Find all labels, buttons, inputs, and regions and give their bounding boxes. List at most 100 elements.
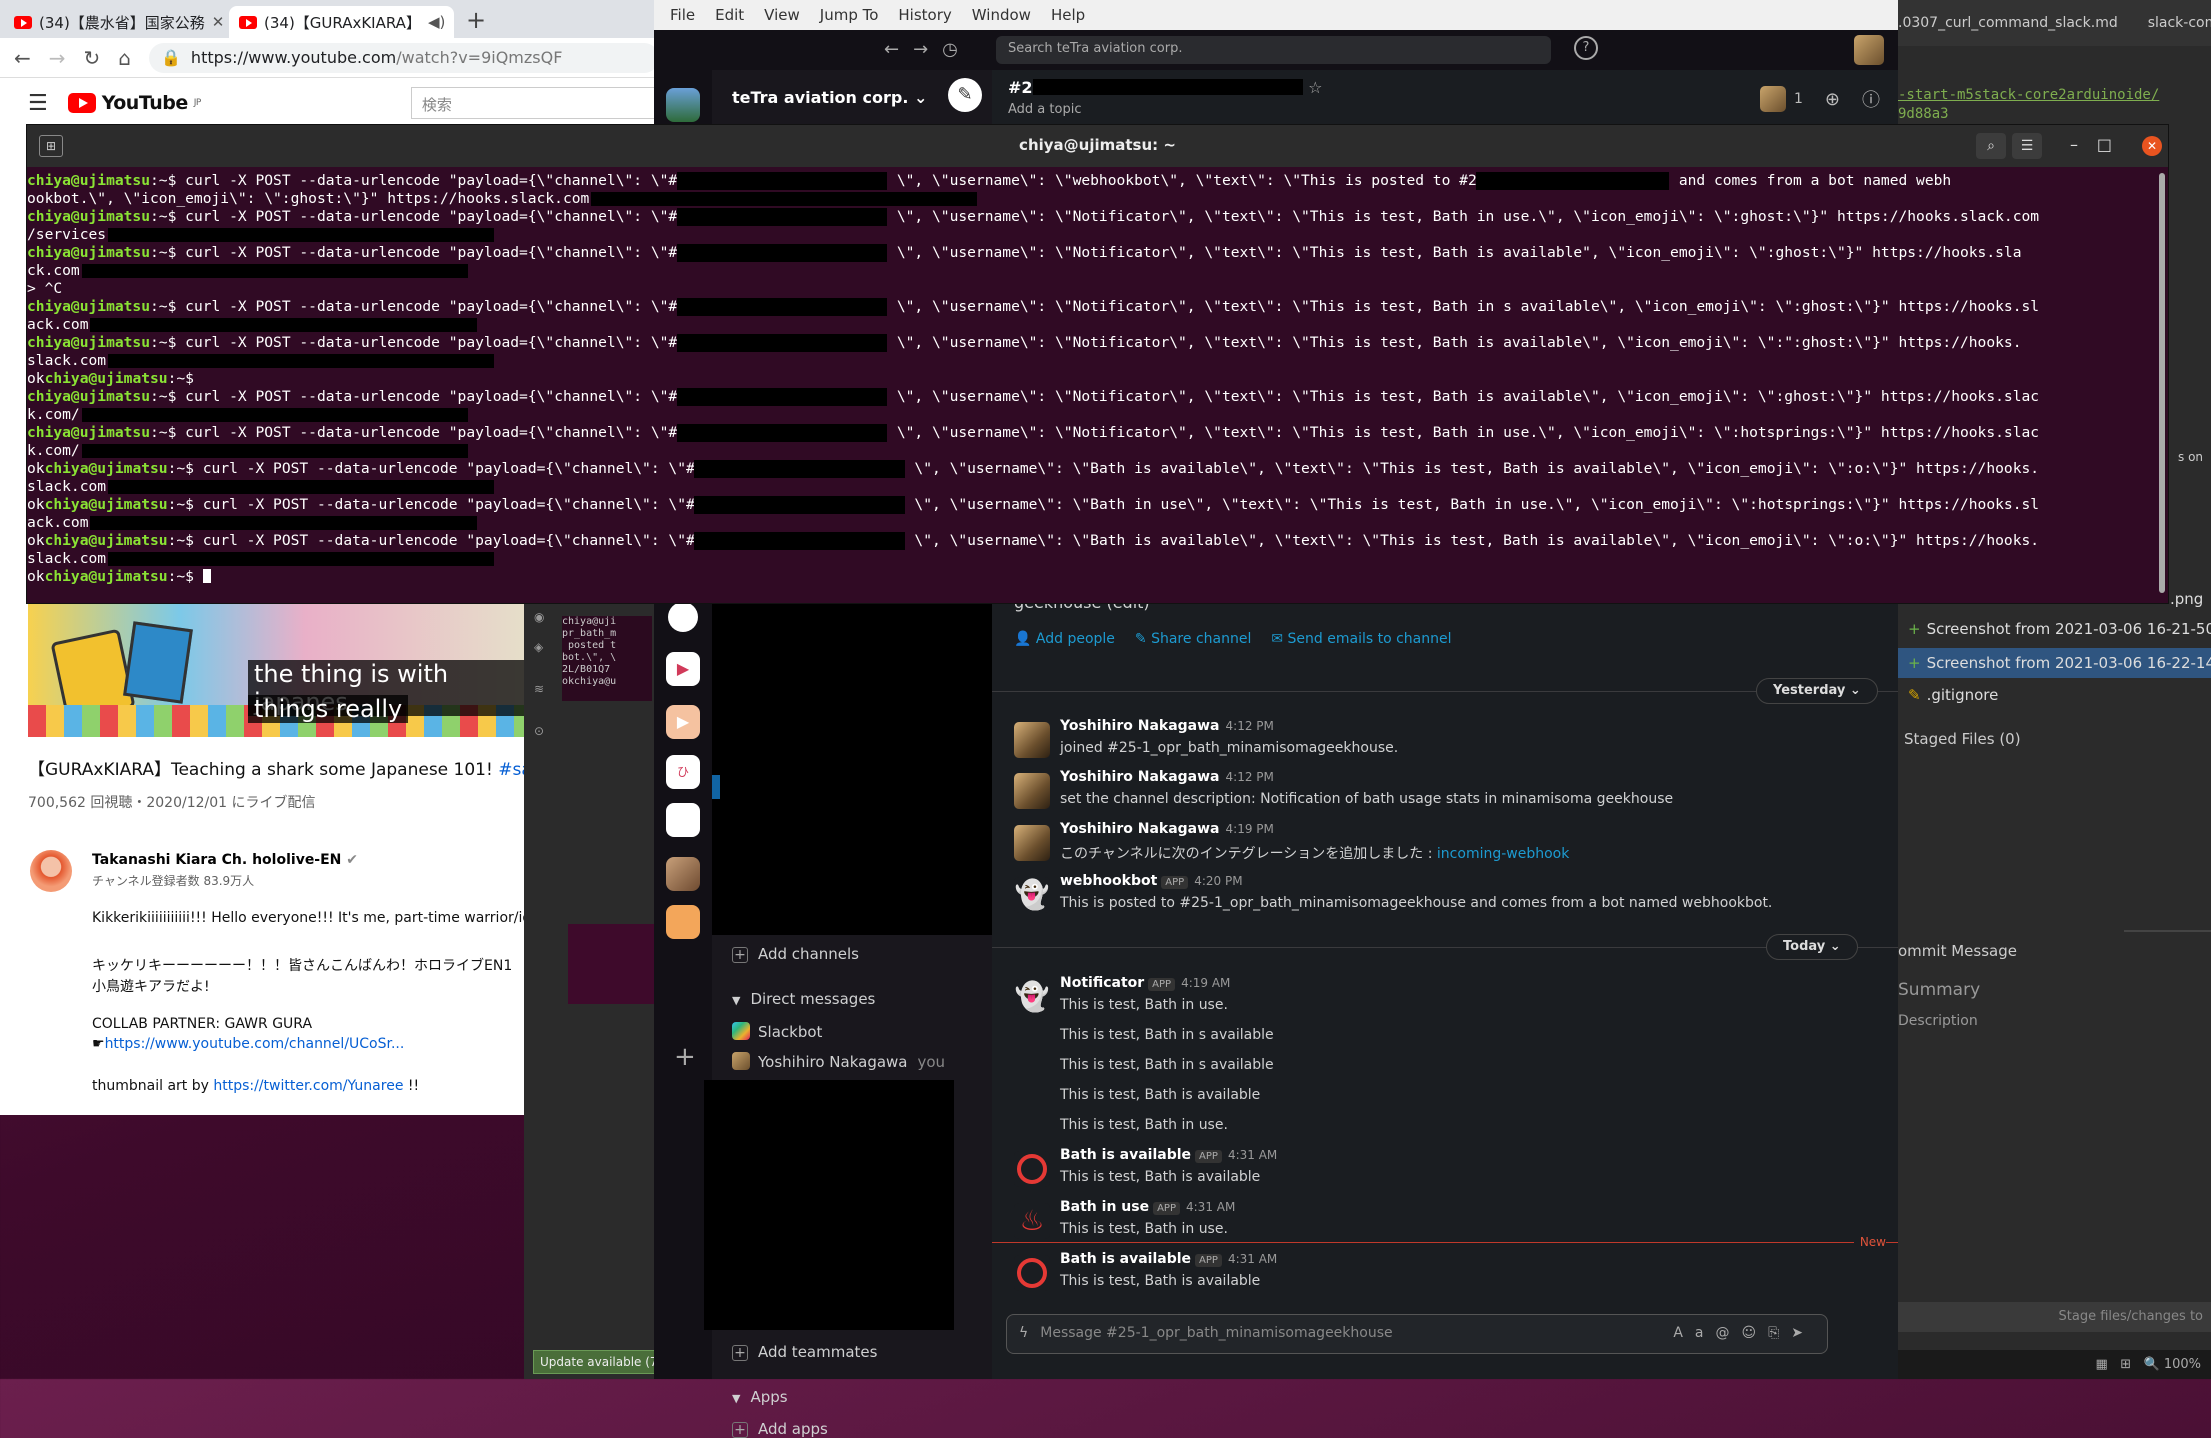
- update-available-badge[interactable]: Update available (7.: [533, 1350, 669, 1374]
- author-name[interactable]: Yoshihiro Nakagawa: [1060, 821, 1220, 837]
- credit-link[interactable]: https://twitter.com/Yunaree: [213, 1078, 403, 1094]
- ghost-icon[interactable]: 👻: [1014, 877, 1050, 913]
- terminal-scrollbar[interactable]: [2159, 173, 2165, 593]
- message-time[interactable]: 4:31 AM: [1228, 1148, 1277, 1162]
- description-input[interactable]: Description: [1898, 1013, 1978, 1029]
- channel-avatar[interactable]: [30, 850, 72, 892]
- send-emails-button[interactable]: ✉ Send emails to channel: [1271, 631, 1451, 647]
- workspace-icon[interactable]: ひ: [666, 755, 700, 789]
- forward-icon[interactable]: →: [49, 46, 66, 70]
- dm-slackbot[interactable]: Slackbot: [732, 1022, 822, 1041]
- workspace-icon-tetra[interactable]: [666, 88, 700, 122]
- file-row-selected[interactable]: + Screenshot from 2021-03-06 16-22-14.png: [1898, 648, 2211, 678]
- member-avatar[interactable]: [1759, 86, 1786, 112]
- add-people-button[interactable]: 👤 Add people: [1014, 631, 1115, 647]
- add-member-icon[interactable]: ⊕: [1825, 89, 1840, 110]
- message-time[interactable]: 4:19 PM: [1226, 822, 1274, 836]
- file-row[interactable]: ✎ .gitignore: [1908, 686, 1998, 704]
- hamburger-menu-icon[interactable]: ☰: [2012, 133, 2042, 159]
- message-time[interactable]: 4:19 AM: [1181, 976, 1230, 990]
- menu-view[interactable]: View: [754, 6, 810, 24]
- menu-window[interactable]: Window: [962, 6, 1041, 24]
- close-icon[interactable]: ✕: [212, 13, 225, 31]
- summary-input[interactable]: Summary: [1898, 980, 1980, 1000]
- today-pill[interactable]: Today ⌄: [1766, 934, 1858, 960]
- file-row[interactable]: + Screenshot from 2021-03-06 16-21-50.png: [1908, 620, 2211, 638]
- collab-link[interactable]: https://www.youtube.com/channel/UCoSr...: [105, 1036, 405, 1052]
- message-composer[interactable]: ϟ Message #25-1_opr_bath_minamisomageekho…: [1006, 1314, 1828, 1354]
- workspace-name[interactable]: teTra aviation corp. ⌄: [732, 88, 927, 107]
- info-icon[interactable]: ⓘ: [1862, 86, 1880, 112]
- history-nav-icons[interactable]: ←→◷: [884, 39, 972, 60]
- zoom-level[interactable]: 100%: [2164, 1357, 2201, 1372]
- apps-header[interactable]: ▼ Apps: [732, 1388, 788, 1406]
- add-apps-button[interactable]: + Add apps: [732, 1420, 828, 1438]
- dm-self[interactable]: Yoshihiro Nakagawa you: [732, 1052, 945, 1071]
- message-time[interactable]: 4:12 PM: [1226, 719, 1274, 733]
- message-time[interactable]: 4:31 AM: [1228, 1252, 1277, 1266]
- integration-link[interactable]: incoming-webhook: [1437, 846, 1569, 862]
- layers-icon[interactable]: ≋: [534, 682, 544, 696]
- star-icon[interactable]: ☆: [1308, 78, 1322, 97]
- author-name[interactable]: Bath in use: [1060, 1199, 1149, 1215]
- reload-icon[interactable]: ↻: [84, 46, 101, 70]
- message-time[interactable]: 4:20 PM: [1194, 874, 1242, 888]
- layout-icon[interactable]: ⊞: [2120, 1357, 2131, 1372]
- message-time[interactable]: 4:31 AM: [1186, 1200, 1235, 1214]
- add-workspace-button[interactable]: +: [674, 1042, 696, 1072]
- terminal-window[interactable]: ⊞ chiya@ujimatsu: ~ ⌕ ☰ – □ ✕ chiya@ujim…: [26, 124, 2169, 604]
- hotsprings-icon[interactable]: ♨: [1014, 1203, 1050, 1239]
- member-count[interactable]: 1: [1794, 91, 1803, 107]
- author-name[interactable]: Bath is available: [1060, 1251, 1191, 1267]
- workspace-icon[interactable]: [668, 602, 698, 632]
- terminal-output[interactable]: chiya@ujimatsu:~$ curl -X POST --data-ur…: [27, 167, 2168, 586]
- author-name[interactable]: Yoshihiro Nakagawa: [1060, 769, 1220, 785]
- maximize-icon[interactable]: □: [2097, 135, 2112, 154]
- red-circle-icon[interactable]: [1014, 1151, 1050, 1187]
- github-icon[interactable]: ◉: [534, 610, 544, 624]
- editor-tab[interactable]: slack-com-1.p: [2148, 15, 2211, 31]
- workspace-icon[interactable]: [666, 803, 700, 837]
- author-name[interactable]: Notificator: [1060, 975, 1144, 991]
- channel-name[interactable]: Takanashi Kiara Ch. hololive-EN ✔: [92, 852, 358, 868]
- author-name[interactable]: Yoshihiro Nakagawa: [1060, 718, 1220, 734]
- youtube-search-input[interactable]: 検索: [410, 87, 659, 119]
- author-name[interactable]: Bath is available: [1060, 1147, 1191, 1163]
- user-avatar[interactable]: [1014, 722, 1050, 758]
- menu-help[interactable]: Help: [1041, 6, 1095, 24]
- direct-messages-header[interactable]: ▼ Direct messages: [732, 990, 875, 1008]
- workspace-icon[interactable]: ▶: [666, 652, 700, 686]
- back-icon[interactable]: ←: [14, 46, 31, 70]
- editor-tab[interactable]: .0307_curl_command_slack.md: [1898, 15, 2118, 31]
- workspace-icon[interactable]: [666, 905, 700, 939]
- browser-tab-1[interactable]: (34)【農水省】国家公務 ✕: [4, 6, 229, 38]
- home-icon[interactable]: ⌂: [118, 46, 131, 70]
- add-channels-button[interactable]: + Add channels: [732, 945, 859, 963]
- menu-edit[interactable]: Edit: [705, 6, 754, 24]
- slack-search-input[interactable]: Search teTra aviation corp.: [996, 36, 1551, 64]
- play-icon[interactable]: ⊙: [534, 724, 544, 738]
- help-icon[interactable]: ?: [1574, 36, 1598, 60]
- new-tab-button[interactable]: +: [454, 6, 498, 38]
- user-avatar[interactable]: [1014, 773, 1050, 809]
- search-icon[interactable]: ⌕: [1976, 133, 2006, 159]
- close-icon[interactable]: ✕: [2142, 136, 2162, 156]
- channel-topic[interactable]: Add a topic: [1008, 102, 1081, 117]
- channel-title[interactable]: #2 ☆: [1008, 78, 1322, 97]
- red-circle-icon[interactable]: [1014, 1255, 1050, 1291]
- compose-icon[interactable]: ✎: [948, 78, 982, 112]
- speaker-icon[interactable]: ◀): [428, 13, 445, 31]
- menu-history[interactable]: History: [888, 6, 961, 24]
- workspace-icon[interactable]: ▶: [666, 705, 700, 739]
- ghost-icon[interactable]: 👻: [1014, 979, 1050, 1015]
- shortcuts-icon[interactable]: ϟ: [1019, 1325, 1028, 1341]
- author-name[interactable]: webhookbot: [1060, 873, 1157, 889]
- menu-icon[interactable]: ☰: [28, 91, 48, 116]
- add-teammates-button[interactable]: + Add teammates: [732, 1343, 877, 1361]
- user-avatar[interactable]: [1854, 35, 1884, 65]
- share-channel-button[interactable]: ✎ Share channel: [1135, 631, 1251, 647]
- minimize-icon[interactable]: –: [2070, 135, 2078, 154]
- message-time[interactable]: 4:12 PM: [1226, 770, 1274, 784]
- url-input[interactable]: 🔒 https://www.youtube.com /watch?v=9iQmz…: [149, 42, 659, 73]
- yesterday-pill[interactable]: Yesterday ⌄: [1756, 678, 1878, 704]
